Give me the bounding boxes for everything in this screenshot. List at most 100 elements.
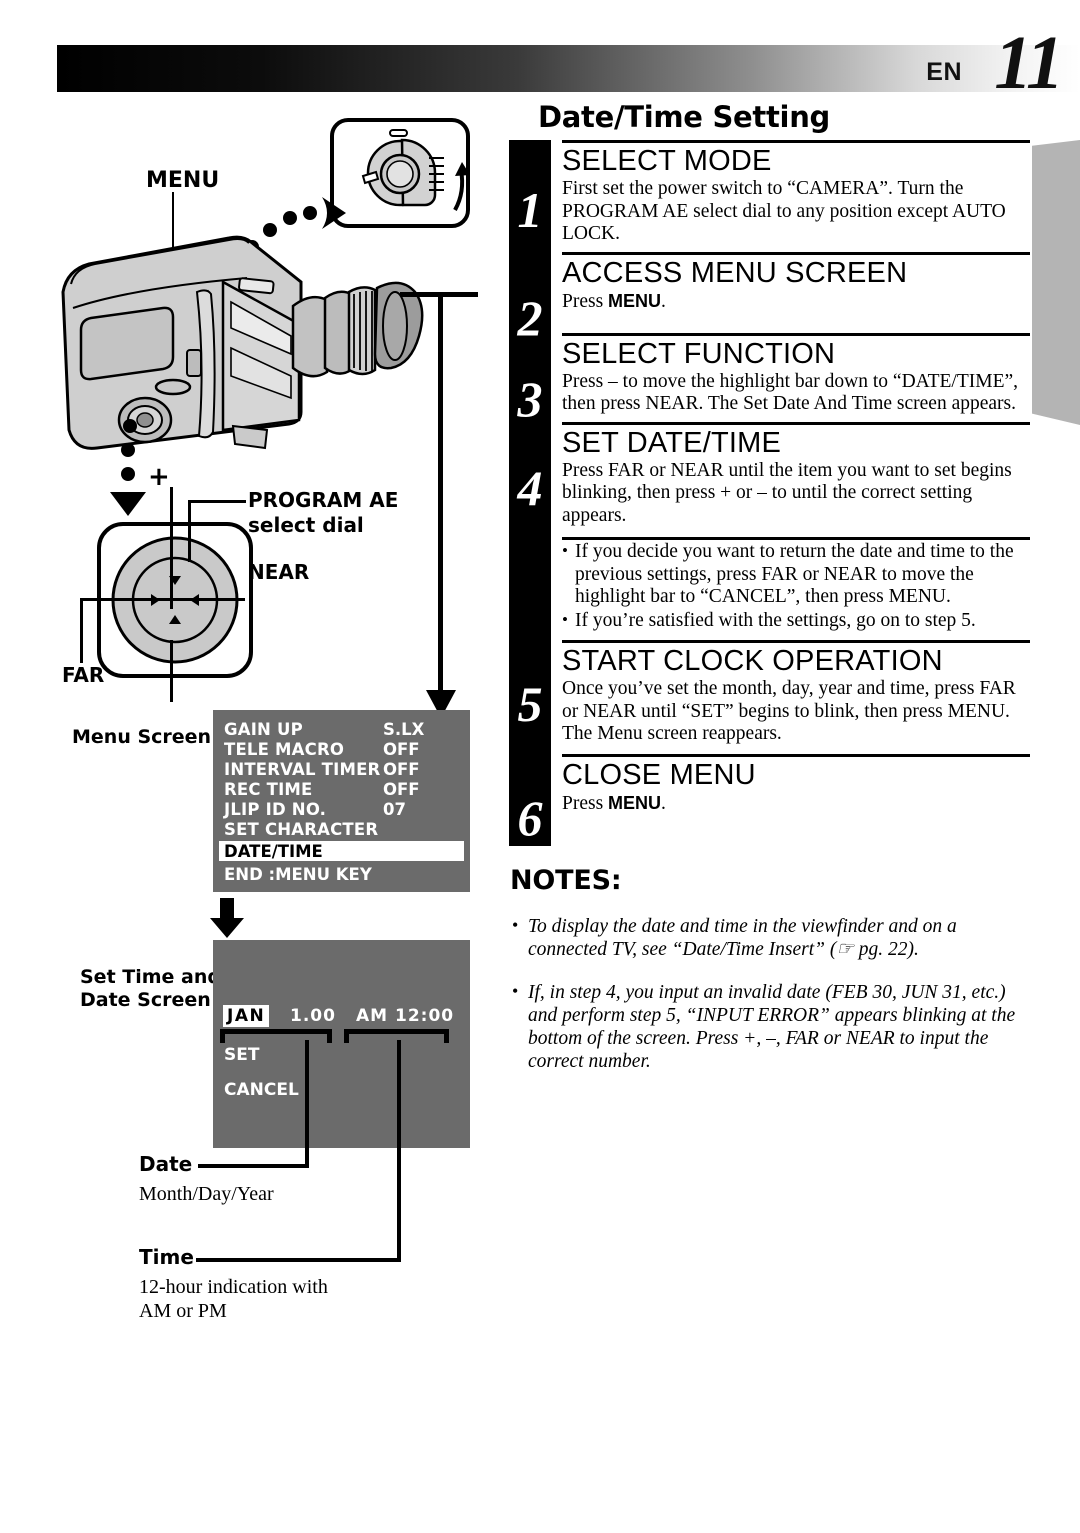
step-heading-5: START CLOCK OPERATION: [562, 645, 943, 677]
step-heading-6: CLOSE MENU: [562, 758, 756, 791]
step-3: 3 SELECT FUNCTION Press – to move the hi…: [500, 337, 1030, 424]
step-6: 6 CLOSE MENU Press MENU.: [500, 758, 1030, 843]
pad-minus-leader: [170, 640, 173, 702]
menu-key-ref-6: MENU: [608, 792, 662, 813]
step-divider-4: [562, 421, 1030, 425]
menu-row-name-0: GAIN UP: [224, 720, 303, 739]
step-divider-1: [562, 140, 1030, 143]
menu-row-value-3: OFF: [383, 780, 420, 799]
date-screen-label-line2: Date Screen: [80, 989, 211, 1011]
menu-screen-osd: GAIN UP S.LX TELE MACRO OFF INTERVAL TIM…: [213, 710, 470, 892]
step-4: 4 SET DATE/TIME Press FAR or NEAR until …: [500, 427, 1030, 528]
pad-far-leader-h: [80, 598, 175, 601]
step-number-5: 5: [517, 676, 543, 732]
step-body-4: Press FAR or NEAR until the item you wan…: [562, 459, 1012, 526]
edge-thumb-tab: [1032, 140, 1080, 425]
step-body-3: Press – to move the highlight bar down t…: [562, 370, 1019, 415]
step-number-1: 1: [517, 182, 543, 238]
pad-label-minus: –: [148, 660, 161, 690]
date-bracket-right-tick: [327, 1029, 332, 1043]
note-item-0: To display the date and time in the view…: [510, 914, 1030, 961]
menu-footer-hint: END :MENU KEY: [224, 865, 372, 884]
eyecup-leader-vertical: [438, 292, 443, 710]
menu-row-name-2: INTERVAL TIMER: [224, 760, 381, 779]
step-1: 1 SELECT MODE First set the power switch…: [500, 145, 1030, 246]
step-2: 2 ACCESS MENU SCREEN Press MENU.: [500, 256, 1030, 343]
legend-time-text-line2: AM or PM: [139, 1300, 227, 1322]
pad-label-plus: +: [148, 462, 170, 492]
control-pad-diagram: [95, 520, 255, 685]
program-ae-dial-inset: [330, 118, 470, 233]
pad-label-program-ae: PROGRAM AE select dial: [248, 488, 398, 538]
program-ae-line1: PROGRAM AE: [248, 488, 399, 512]
legend-time-text-line1: 12-hour indication with: [139, 1276, 328, 1298]
date-time-value: AM 12:00: [356, 1006, 455, 1026]
pad-far-leader-v: [80, 598, 83, 663]
menu-row-value-1: OFF: [383, 740, 420, 759]
time-bracket-right-tick: [444, 1029, 449, 1043]
legend-date-text: Month/Day/Year: [139, 1183, 274, 1205]
notes-section: NOTES: To display the date and time in t…: [500, 865, 1030, 1073]
time-legend-leader-v: [397, 1040, 401, 1262]
date-month-value: JAN: [223, 1005, 270, 1027]
date-time-screen-osd: JAN 1.00 AM 12:00 SET CANCEL: [213, 940, 470, 1148]
legend-time-title: Time: [139, 1245, 194, 1269]
date-cancel-item: CANCEL: [224, 1080, 299, 1100]
step-body-5: Once you’ve set the month, day, year and…: [562, 678, 1016, 744]
menu-highlighted-item: DATE/TIME: [224, 842, 323, 861]
date-screen-label-line1: Set Time and: [80, 966, 221, 988]
legend-date-title: Date: [139, 1152, 193, 1176]
step-5: 5 START CLOCK OPERATION Once you’ve set …: [500, 645, 1030, 746]
step-divider-2: [562, 251, 1030, 255]
program-ae-line2: select dial: [248, 513, 364, 537]
note-item-1: If, in step 4, you input an invalid date…: [510, 980, 1030, 1073]
pad-label-far: FAR: [62, 663, 105, 687]
menu-row-value-2: OFF: [383, 760, 420, 779]
step-4-bullet-1: If you’re satisfied with the settings, g…: [562, 609, 1030, 633]
date-legend-leader-h: [198, 1164, 309, 1168]
flow-arrow-down-icon: [210, 898, 244, 938]
menu-row-name-3: REC TIME: [224, 780, 313, 799]
date-set-item: SET: [224, 1045, 260, 1065]
date-screen-label: Set Time and Date Screen: [80, 966, 221, 1012]
menu-row-name-5: SET CHARACTER: [224, 820, 379, 839]
step-heading-1: SELECT MODE: [562, 145, 772, 177]
menu-row-name-1: TELE MACRO: [224, 740, 345, 759]
pad-label-near: NEAR: [248, 560, 310, 584]
pad-near-leader: [175, 598, 245, 601]
pad-plus-leader: [170, 487, 173, 609]
step-divider-6: [562, 753, 1030, 757]
page-language-code: EN: [926, 58, 962, 86]
time-legend-leader-h: [196, 1258, 401, 1262]
step-body-6: Press MENU.: [562, 792, 666, 814]
menu-screen-label: Menu Screen: [72, 726, 212, 748]
notes-heading: NOTES:: [510, 864, 622, 896]
instructions-column: Date/Time Setting 1 SELECT MODE First se…: [500, 100, 1030, 1074]
step-number-3: 3: [517, 370, 543, 427]
pad-program-leader-h: [188, 500, 246, 503]
illustration-column: MENU + – FAR NEAR PROGRAM AE select dial…: [0, 0, 500, 1533]
step-heading-2: ACCESS MENU SCREEN: [562, 256, 908, 289]
page-title: Date/Time Setting: [538, 100, 830, 134]
menu-key-ref-2: MENU: [608, 290, 662, 311]
step-divider-3: [562, 332, 1030, 336]
menu-button-callout-label: MENU: [146, 168, 220, 193]
step-heading-3: SELECT FUNCTION: [562, 337, 836, 370]
bullets-divider: [562, 537, 1030, 540]
date-bracket-top: [220, 1029, 332, 1034]
step-4-bullet-0: If you decide you want to return the dat…: [562, 540, 1030, 609]
time-bracket-top: [344, 1029, 449, 1034]
steps-list: 1 SELECT MODE First set the power switch…: [500, 140, 1030, 846]
step-4-bullets: If you decide you want to return the dat…: [500, 540, 1030, 633]
step-heading-4: SET DATE/TIME: [562, 426, 782, 459]
step-number-4: 4: [517, 459, 543, 516]
step-divider-5: [562, 640, 1030, 643]
step-number-6: 6: [517, 789, 543, 846]
step-body-1: First set the power switch to “CAMERA”. …: [562, 178, 1006, 244]
step-number-2: 2: [517, 289, 543, 346]
menu-row-name-4: JLIP ID NO.: [224, 800, 327, 819]
date-dayyear-value: 1.00: [290, 1006, 336, 1026]
pad-program-leader-v: [188, 500, 191, 562]
step-body-2: Press MENU.: [562, 290, 666, 312]
menu-row-value-4: 07: [383, 800, 406, 819]
